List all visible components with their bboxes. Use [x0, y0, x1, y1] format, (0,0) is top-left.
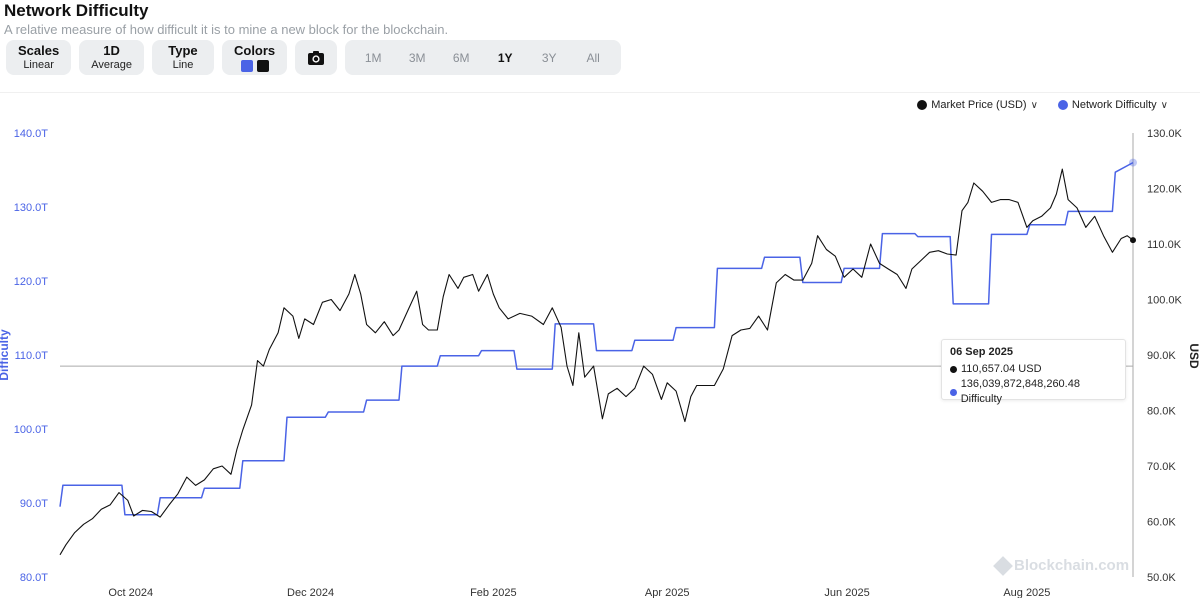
right-axis-tick-label: 80.0K	[1147, 406, 1176, 418]
tooltip-difficulty: 136,039,872,848,260.48 Difficulty	[960, 378, 1080, 405]
right-axis-tick-label: 60.0K	[1147, 517, 1176, 529]
right-axis-tick-label: 50.0K	[1147, 572, 1176, 584]
x-axis-tick-label: Aug 2025	[1003, 587, 1050, 598]
right-axis-label: USD	[1187, 343, 1200, 369]
tooltip-price-dot	[950, 366, 957, 373]
watermark: Blockchain.com	[993, 555, 1130, 576]
right-axis-tick-label: 130.0K	[1147, 128, 1183, 140]
difficulty-end-marker	[1129, 158, 1137, 167]
left-axis-tick-label: 110.0T	[15, 350, 49, 362]
tooltip-date: 06 Sep 2025	[950, 346, 1013, 358]
left-axis-tick-label: 100.0T	[14, 424, 49, 436]
right-axis-tick-label: 120.0K	[1147, 184, 1183, 196]
right-axis-tick-label: 110.0K	[1147, 239, 1182, 251]
left-axis-tick-label: 130.0T	[14, 202, 49, 214]
left-axis-tick-label: 120.0T	[14, 276, 49, 288]
left-axis-tick-label: 140.0T	[14, 128, 49, 140]
watermark-text: Blockchain.com	[1014, 557, 1130, 574]
chart-tooltip: 06 Sep 2025 110,657.04 USD 136,039,872,8…	[941, 339, 1126, 405]
tooltip-price: 110,657.04 USD	[961, 363, 1042, 375]
right-axis-tick-label: 90.0K	[1147, 350, 1176, 362]
price-end-marker	[1130, 237, 1136, 244]
x-axis-tick-label: Jun 2025	[824, 587, 869, 598]
line-chart[interactable]: 80.0T 90.0T 100.0T 110.0T 120.0T 130.0T 140.0T…	[0, 0, 1200, 598]
left-axis-tick-label: 80.0T	[20, 572, 48, 584]
x-axis-tick-label: Apr 2025	[645, 587, 690, 598]
tooltip-difficulty-row: 136,039,872,848,260.48 Difficulty	[950, 377, 1117, 407]
blockchain-logo-icon	[993, 555, 1013, 576]
x-axis-tick-label: Dec 2024	[287, 587, 334, 598]
x-axis-tick-label: Oct 2024	[108, 587, 153, 598]
tooltip-price-row: 110,657.04 USD	[950, 362, 1117, 377]
right-axis-tick-label: 100.0K	[1147, 295, 1183, 307]
left-axis-label: Difficulty	[0, 329, 11, 381]
tooltip-difficulty-dot	[950, 388, 957, 396]
left-axis-tick-label: 90.0T	[20, 498, 48, 510]
x-axis-tick-label: Feb 2025	[470, 587, 516, 598]
right-axis-tick-label: 70.0K	[1147, 461, 1176, 473]
